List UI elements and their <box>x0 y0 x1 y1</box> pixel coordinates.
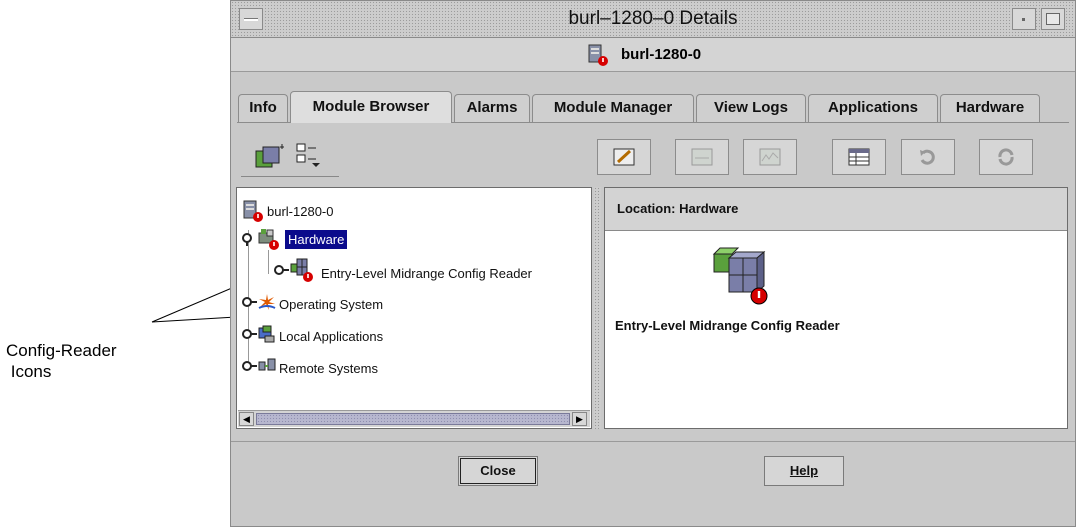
tree-item-remote-systems[interactable]: Remote Systems <box>279 361 378 376</box>
local-apps-icon <box>258 325 275 343</box>
config-reader-icon[interactable] <box>711 244 773 308</box>
tab-module-manager[interactable]: Module Manager <box>532 94 694 122</box>
chart-button[interactable] <box>743 139 797 175</box>
details-window: burl–1280–0 Details burl-1280-0 Info Mod… <box>230 0 1076 527</box>
graph-icon <box>691 148 713 166</box>
module-view-icon[interactable] <box>253 141 287 171</box>
help-button[interactable]: Help <box>764 456 844 486</box>
os-icon <box>258 294 276 310</box>
module-tree[interactable]: burl-1280-0 Hardware Entry-Level Midrang… <box>236 187 592 429</box>
tree-options-icon[interactable] <box>293 141 327 171</box>
tree-item-config-reader[interactable]: Entry-Level Midrange Config Reader <box>321 266 532 281</box>
module-label: Entry-Level Midrange Config Reader <box>615 318 840 333</box>
tree-item-hardware[interactable]: Hardware <box>285 230 348 249</box>
root-server-icon <box>243 200 263 222</box>
callout-line-1: Config-Reader <box>6 341 117 360</box>
reload-icon <box>998 148 1014 166</box>
refresh-icon <box>920 149 935 165</box>
refresh-button[interactable] <box>901 139 955 175</box>
tab-applications[interactable]: Applications <box>808 94 938 122</box>
tree-item-operating-system[interactable]: Operating System <box>279 297 383 312</box>
graph-button[interactable] <box>675 139 729 175</box>
tab-view-logs[interactable]: View Logs <box>696 94 806 122</box>
host-name: burl-1280-0 <box>621 46 702 63</box>
tree-root-label[interactable]: burl-1280-0 <box>267 204 334 219</box>
minimize-button[interactable] <box>1012 8 1036 30</box>
edit-button[interactable] <box>597 139 651 175</box>
table-icon <box>848 148 870 166</box>
help-label: Help <box>789 463 819 478</box>
edit-icon <box>613 148 635 166</box>
scroll-left-arrow[interactable]: ◀ <box>239 412 254 426</box>
tree-line <box>268 250 269 274</box>
window-title: burl–1280–0 Details <box>568 8 738 29</box>
detail-pane: Location: Hardware Entry-Level Midrange … <box>604 187 1068 429</box>
callout-label: Config-Reader Icons <box>6 340 117 382</box>
scroll-thumb[interactable] <box>256 413 570 425</box>
host-server-icon <box>588 44 608 66</box>
chart-icon <box>759 148 781 166</box>
location-text: Location: Hardware <box>617 201 738 216</box>
location-bar: Location: Hardware <box>605 188 1067 231</box>
table-button[interactable] <box>832 139 886 175</box>
tab-hardware[interactable]: Hardware <box>940 94 1040 122</box>
toolbar-underline <box>241 176 339 177</box>
tree-item-local-applications[interactable]: Local Applications <box>279 329 383 344</box>
callout-line-2: Icons <box>6 362 52 381</box>
tab-module-browser[interactable]: Module Browser <box>290 91 452 123</box>
title-bar[interactable]: burl–1280–0 Details <box>231 1 1075 38</box>
tab-info[interactable]: Info <box>238 94 288 122</box>
close-button[interactable]: Close <box>458 456 538 486</box>
reload-button[interactable] <box>979 139 1033 175</box>
location-value: Hardware <box>679 201 739 216</box>
pane-splitter[interactable] <box>594 187 601 429</box>
config-reader-icon <box>290 258 313 282</box>
maximize-button[interactable] <box>1041 8 1065 30</box>
host-bar: burl-1280-0 <box>231 38 1075 72</box>
button-divider <box>231 441 1075 442</box>
tree-horizontal-scrollbar[interactable]: ◀ ▶ <box>238 410 590 427</box>
expander-icon[interactable] <box>241 232 257 246</box>
scroll-right-arrow[interactable]: ▶ <box>572 412 587 426</box>
location-label: Location: <box>617 201 676 216</box>
tab-alarms[interactable]: Alarms <box>454 94 530 122</box>
hardware-icon <box>258 229 279 250</box>
remote-systems-icon <box>258 358 276 371</box>
tree-item-label: Hardware <box>285 230 348 249</box>
